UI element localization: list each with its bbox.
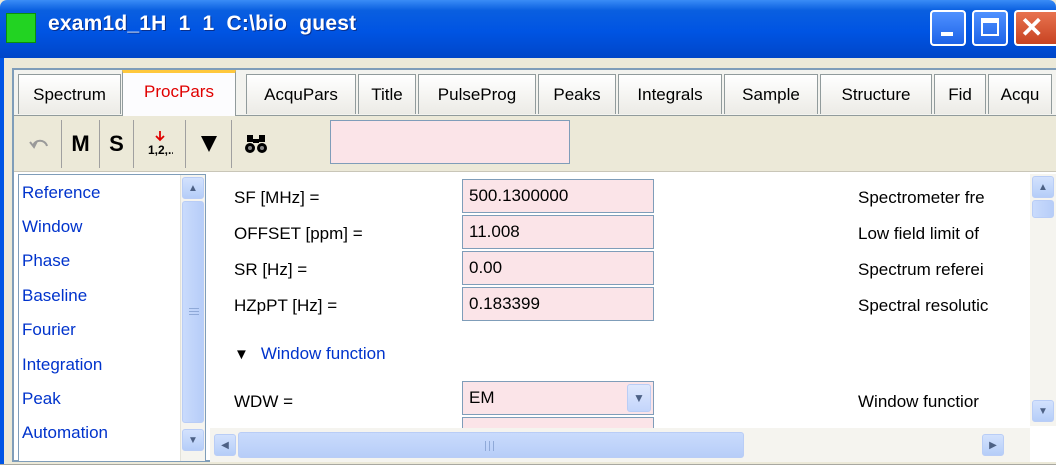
search-input[interactable] [330, 120, 570, 164]
nav-item-fourier[interactable]: Fourier [19, 313, 179, 347]
main-scroll-right-button[interactable]: ▶ [982, 434, 1004, 456]
s-button[interactable]: S [100, 120, 134, 168]
m-button[interactable]: M [62, 120, 100, 168]
wdw-select[interactable]: EM ▼ [462, 381, 654, 415]
tab-bar: Spectrum ProcPars AcquPars Title PulsePr… [14, 70, 1056, 116]
chevron-down-icon: ▼ [633, 391, 645, 405]
window-title: exam1d_1H 1 1 C:\bio guest [48, 12, 357, 35]
chevron-up-icon: ▲ [188, 182, 198, 194]
param-field-sf[interactable]: 500.1300000 [462, 179, 654, 213]
param-desc-hzppt: Spectral resolutic [858, 296, 989, 315]
tab-spectrum[interactable]: Spectrum [18, 74, 121, 114]
chevron-up-icon: ▲ [1038, 181, 1048, 193]
param-desc-sf: Spectrometer fre [858, 188, 985, 207]
param-label-wdw: WDW = [234, 392, 294, 411]
nav-scroll-up-button[interactable]: ▲ [182, 177, 204, 199]
tab-peaks[interactable]: Peaks [538, 74, 616, 114]
main-scroll-down-button[interactable]: ▼ [1032, 400, 1054, 422]
title-bar[interactable]: exam1d_1H 1 1 C:\bio guest ✕ [0, 0, 1056, 58]
find-button[interactable] [232, 120, 280, 168]
chevron-left-icon: ◀ [221, 439, 229, 451]
param-label-sr: SR [Hz] = [234, 260, 308, 279]
main-scroll-left-button[interactable]: ◀ [214, 434, 236, 456]
nav-item-peak[interactable]: Peak [19, 382, 179, 416]
chevron-right-icon: ▶ [989, 439, 997, 451]
param-desc-offset: Low field limit of [858, 224, 979, 243]
section-title: Window function [260, 344, 386, 363]
main-scroll-up-button[interactable]: ▲ [1032, 176, 1054, 198]
maximize-icon [981, 18, 999, 36]
param-field-hzppt[interactable]: 0.183399 [462, 287, 654, 321]
tab-integrals[interactable]: Integrals [618, 74, 722, 114]
nav-item-phase[interactable]: Phase [19, 244, 179, 278]
nav-item-baseline[interactable]: Baseline [19, 279, 179, 313]
main-vertical-scrollbar[interactable]: ▲ ▼ [1030, 174, 1056, 426]
toolbar: M S 1,2,.. [14, 116, 1056, 172]
collapse-triangle-icon: ▼ [234, 346, 249, 363]
section-window-function[interactable]: ▼ Window function [234, 344, 386, 364]
param-field-sr[interactable]: 0.00 [462, 251, 654, 285]
chevron-down-icon: ▼ [188, 434, 198, 446]
param-field-offset[interactable]: 11.008 [462, 215, 654, 249]
main-vscroll-thumb[interactable] [1032, 200, 1054, 218]
sort-button[interactable]: 1,2,.. [134, 120, 186, 168]
main-hscroll-thumb[interactable] [238, 432, 744, 458]
filter-triangle-icon [200, 136, 217, 152]
nav-item-integration[interactable]: Integration [19, 348, 179, 382]
binoculars-icon [245, 135, 267, 153]
minimize-button[interactable] [930, 10, 966, 46]
chevron-down-icon: ▼ [1038, 405, 1048, 417]
undo-icon [28, 139, 48, 149]
minimize-icon [941, 32, 953, 36]
tab-title[interactable]: Title [358, 74, 416, 114]
tab-structure[interactable]: Structure [820, 74, 932, 114]
tab-acqupars[interactable]: AcquPars [246, 74, 356, 114]
nav-scrollbar[interactable]: ▲ ▼ [180, 175, 205, 461]
app-icon [6, 13, 36, 43]
svg-text:1,2,..: 1,2,.. [148, 143, 173, 157]
param-label-sf: SF [MHz] = [234, 188, 320, 207]
tab-acqu[interactable]: Acqu [988, 74, 1052, 114]
nav-item-reference[interactable]: Reference [19, 176, 179, 210]
undo-button[interactable] [18, 120, 62, 168]
parameter-panel: SF [MHz] = 500.1300000 Spectrometer fre … [210, 174, 1056, 462]
tab-procpars[interactable]: ProcPars [122, 70, 236, 116]
param-desc-sr: Spectrum referei [858, 260, 984, 279]
param-label-hzppt: HZpPT [Hz] = [234, 296, 338, 315]
maximize-button[interactable] [972, 10, 1008, 46]
tab-pulseprog[interactable]: PulseProg [418, 74, 536, 114]
filter-button[interactable] [186, 120, 232, 168]
close-icon: ✕ [1020, 12, 1044, 43]
param-label-offset: OFFSET [ppm] = [234, 224, 363, 243]
nav-item-automation[interactable]: Automation [19, 416, 179, 450]
tab-fid[interactable]: Fid [934, 74, 986, 114]
sort-numeric-icon: 1,2,.. [148, 131, 173, 157]
wdw-select-value: EM [469, 388, 495, 407]
nav-scroll-thumb[interactable] [182, 201, 204, 423]
param-desc-wdw: Window functior [858, 392, 979, 411]
parameter-nav: Reference Window Phase Baseline Fourier … [18, 174, 206, 462]
nav-item-window[interactable]: Window [19, 210, 179, 244]
close-button[interactable]: ✕ [1014, 10, 1056, 46]
nav-scroll-down-button[interactable]: ▼ [182, 429, 204, 451]
main-horizontal-scrollbar[interactable]: ◀ ▶ [210, 428, 1030, 462]
tab-sample[interactable]: Sample [724, 74, 818, 114]
wdw-dropdown-button[interactable]: ▼ [627, 384, 651, 412]
window-bottom-edge [0, 464, 1056, 469]
